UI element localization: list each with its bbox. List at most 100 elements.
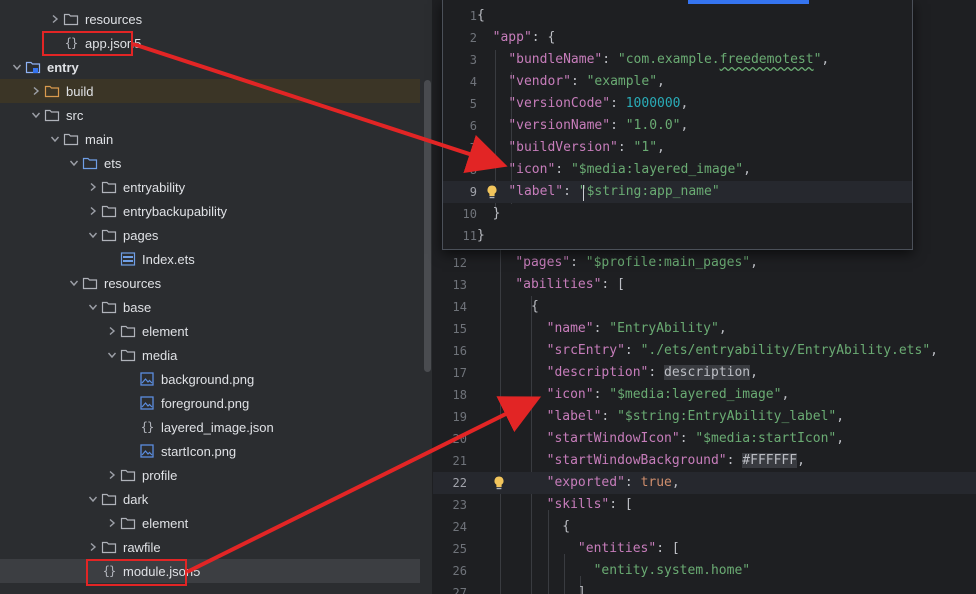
code-line[interactable]: { (484, 516, 570, 538)
chevron-down-icon[interactable] (28, 107, 44, 123)
code-line[interactable]: { (484, 296, 539, 318)
tree-item-label: entryability (123, 179, 186, 195)
code-line[interactable]: "bundleName": "com.example.freedemotest"… (477, 49, 829, 71)
annotation-box-module-json5 (86, 559, 187, 586)
tree-item-element[interactable]: element (0, 511, 420, 535)
tree-item-module-json5[interactable]: {} module.json5 (0, 559, 420, 583)
tree-item-index-ets[interactable]: Index.ets (0, 247, 420, 271)
chevron-right-icon[interactable] (85, 539, 101, 555)
code-line[interactable]: } (477, 203, 501, 225)
ets-file-icon (120, 251, 136, 267)
tree-item-pages[interactable]: pages (0, 223, 420, 247)
tree-item-resources[interactable]: resources (0, 7, 420, 31)
folder-icon (120, 515, 136, 531)
tree-item-rawfile[interactable]: rawfile (0, 535, 420, 559)
chevron-down-icon[interactable] (66, 155, 82, 171)
line-number: 22 (452, 476, 467, 490)
chevron-down-icon[interactable] (85, 491, 101, 507)
code-line[interactable]: "entity.system.home" (484, 560, 751, 582)
chevron-right-icon[interactable] (104, 515, 120, 531)
tree-item-base[interactable]: base (0, 295, 420, 319)
peek-definition-popup[interactable]: 1{2 "app": {3 "bundleName": "com.example… (442, 0, 913, 250)
chevron-right-icon[interactable] (28, 83, 44, 99)
tree-item-media[interactable]: media (0, 343, 420, 367)
tree-item-label: resources (104, 275, 162, 291)
code-line[interactable]: "buildVersion": "1", (477, 137, 665, 159)
tree-item-resources[interactable]: resources (0, 271, 420, 295)
tree-item-profile[interactable]: profile (0, 463, 420, 487)
tree-item-label: resources (85, 11, 143, 27)
folder-icon (120, 347, 136, 363)
code-line[interactable]: } (477, 225, 485, 247)
code-line[interactable]: "icon": "$media:layered_image", (477, 159, 751, 181)
code-line[interactable]: "label": "$string:EntryAbility_label", (484, 406, 844, 428)
code-line[interactable]: "versionName": "1.0.0", (477, 115, 688, 137)
code-line[interactable]: "name": "EntryAbility", (484, 318, 727, 340)
code-line[interactable]: ], (484, 582, 594, 594)
line-number: 25 (452, 542, 467, 556)
tree-item-ets[interactable]: ets (0, 151, 420, 175)
code-line[interactable]: "exported": true, (484, 472, 680, 494)
code-line[interactable]: { (477, 5, 485, 27)
tree-item-entryability[interactable]: entryability (0, 175, 420, 199)
tree-item-label: rawfile (123, 539, 161, 555)
tree-item-background-png[interactable]: background.png (0, 367, 420, 391)
folder-icon (101, 179, 117, 195)
code-line[interactable]: "versionCode": 1000000, (477, 93, 688, 115)
tree-item-label: entry (47, 59, 79, 75)
tree-item-label: base (123, 299, 152, 315)
code-line[interactable]: "icon": "$media:layered_image", (484, 384, 790, 406)
code-line[interactable]: "pages": "$profile:main_pages", (484, 252, 758, 274)
code-line[interactable]: "label": "$string:app_name" (477, 181, 719, 203)
chevron-right-icon[interactable] (47, 11, 63, 27)
tree-item-layered-image-json[interactable]: {} layered_image.json (0, 415, 420, 439)
module-folder-icon (25, 59, 41, 75)
tree-item-label: build (66, 83, 94, 99)
tree-item-build[interactable]: build (0, 79, 420, 103)
line-number: 17 (452, 366, 467, 380)
code-line[interactable]: "skills": [ (484, 494, 633, 516)
chevron-right-icon[interactable] (85, 203, 101, 219)
tree-scrollbar[interactable] (424, 80, 431, 372)
line-number: 23 (452, 498, 467, 512)
chevron-right-icon[interactable] (85, 179, 101, 195)
tree-item-label: main (85, 131, 114, 147)
folder-icon (63, 131, 79, 147)
line-number: 27 (452, 586, 467, 594)
code-line[interactable]: "srcEntry": "./ets/entryability/EntryAbi… (484, 340, 938, 362)
tree-item-label: src (66, 107, 84, 123)
tree-item-label: startIcon.png (161, 443, 237, 459)
line-number: 19 (452, 410, 467, 424)
chevron-right-icon[interactable] (104, 323, 120, 339)
code-line[interactable]: "abilities": [ (484, 274, 625, 296)
tree-item-entry[interactable]: entry (0, 55, 420, 79)
chevron-down-icon[interactable] (85, 299, 101, 315)
chevron-down-icon[interactable] (9, 59, 25, 75)
line-number: 16 (452, 344, 467, 358)
tree-item-foreground-png[interactable]: foreground.png (0, 391, 420, 415)
tree-item-element[interactable]: element (0, 319, 420, 343)
tree-item-label: entrybackupability (123, 203, 228, 219)
folder-icon (101, 539, 117, 555)
chevron-down-icon[interactable] (66, 275, 82, 291)
chevron-right-icon[interactable] (104, 467, 120, 483)
code-line[interactable]: "startWindowBackground": #FFFFFF, (484, 450, 805, 472)
tree-item-label: layered_image.json (161, 419, 274, 435)
code-line[interactable]: "app": { (477, 27, 556, 49)
code-line[interactable]: "startWindowIcon": "$media:startIcon", (484, 428, 844, 450)
tree-item-dark[interactable]: dark (0, 487, 420, 511)
chevron-down-icon[interactable] (104, 347, 120, 363)
code-line[interactable]: "entities": [ (484, 538, 680, 560)
tree-item-starticon-png[interactable]: startIcon.png (0, 439, 420, 463)
code-line[interactable]: "vendor": "example", (477, 71, 665, 93)
code-line[interactable]: "description": description, (484, 362, 758, 384)
tree-item-main[interactable]: main (0, 127, 420, 151)
line-number: 13 (452, 278, 467, 292)
tree-item-src[interactable]: src (0, 103, 420, 127)
chevron-down-icon[interactable] (47, 131, 63, 147)
chevron-down-icon[interactable] (85, 227, 101, 243)
tree-item-entrybackupability[interactable]: entrybackupability (0, 199, 420, 223)
